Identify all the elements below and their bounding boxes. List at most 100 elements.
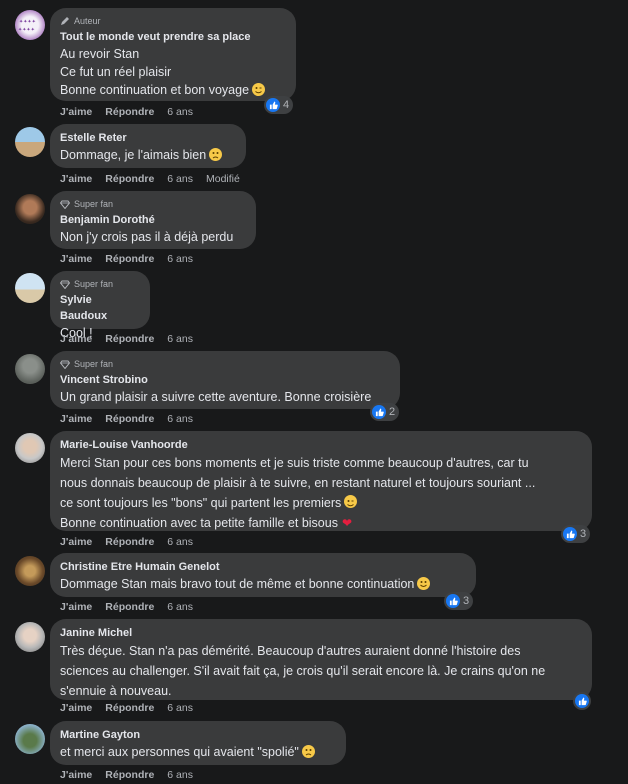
svg-text:✦✦✦✦: ✦✦✦✦ (19, 19, 36, 25)
sad-emoji-icon (209, 148, 223, 161)
timestamp[interactable]: 6 ans (167, 106, 193, 118)
comment-text: Ce fut un réel plaisir (60, 65, 172, 79)
reaction-counter[interactable] (573, 692, 591, 710)
comment-author[interactable]: Sylvie Baudoux (60, 292, 140, 324)
thumbs-up-icon (446, 594, 460, 608)
avatar[interactable] (15, 194, 45, 224)
timestamp[interactable]: 6 ans (167, 333, 193, 345)
timestamp[interactable]: 6 ans (167, 702, 193, 714)
avatar[interactable] (15, 433, 45, 463)
badge-label: Auteur (74, 16, 101, 26)
timestamp[interactable]: 6 ans (167, 253, 193, 265)
timestamp[interactable]: 6 ans (167, 769, 193, 781)
badge-label: Super fan (74, 199, 114, 209)
svg-text:✦✦✦✦: ✦✦✦✦ (18, 27, 35, 33)
thumbs-up-icon (266, 98, 280, 112)
comment-text: nous donnais beaucoup de plaisir à te su… (60, 476, 536, 490)
badge-label: Super fan (74, 279, 114, 289)
comment-text: Bonne continuation avec ta petite famill… (60, 516, 338, 530)
like-button[interactable]: J'aime (60, 702, 92, 714)
like-button[interactable]: J'aime (60, 106, 92, 118)
timestamp[interactable]: 6 ans (167, 536, 193, 548)
reply-button[interactable]: Répondre (105, 601, 154, 613)
superfan-badge: Super fan (60, 357, 390, 371)
comment-bubble: Super fan Sylvie Baudoux Cool ! (50, 271, 150, 340)
thumbs-up-icon (575, 694, 589, 708)
avatar[interactable] (15, 127, 45, 157)
diamond-icon (60, 280, 70, 289)
comment-text: ce sont toujours les "bons" qui partent … (60, 496, 342, 510)
comment-bubble: Super fan Vincent Strobino Un grand plai… (50, 351, 400, 409)
reaction-count: 3 (580, 528, 587, 540)
comment-bubble: Estelle Reter Dommage, je l'aimais bien (50, 124, 246, 168)
comment-author[interactable]: Christine Etre Humain Genelot (60, 559, 466, 575)
heart-icon: ❤ (341, 516, 353, 530)
comment-author[interactable]: Marie-Louise Vanhoorde (60, 437, 582, 453)
like-button[interactable]: J'aime (60, 769, 92, 781)
reply-button[interactable]: Répondre (105, 173, 154, 185)
like-button[interactable]: J'aime (60, 333, 92, 345)
wink-emoji-icon (344, 495, 358, 508)
reaction-counter[interactable]: 3 (561, 525, 591, 543)
comment-text: Au revoir Stan (60, 47, 140, 61)
comment-bubble: Marie-Louise Vanhoorde Merci Stan pour c… (50, 431, 592, 531)
comment-text: Très déçue. Stan n'a pas démérité. Beauc… (60, 644, 521, 658)
comment-author[interactable]: Benjamin Dorothé (60, 212, 246, 228)
comment-text: Un grand plaisir a suivre cette aventure… (60, 390, 372, 404)
like-button[interactable]: J'aime (60, 413, 92, 425)
reply-button[interactable]: Répondre (105, 536, 154, 548)
reaction-count: 4 (283, 99, 290, 111)
avatar[interactable] (15, 622, 45, 652)
avatar[interactable] (15, 273, 45, 303)
comment-author[interactable]: Tout le monde veut prendre sa place (60, 29, 286, 45)
edited-label[interactable]: Modifié (206, 173, 240, 185)
avatar[interactable] (15, 556, 45, 586)
comment-author[interactable]: Vincent Strobino (60, 372, 390, 388)
reaction-count: 2 (389, 406, 396, 418)
like-button[interactable]: J'aime (60, 173, 92, 185)
reply-button[interactable]: Répondre (105, 769, 154, 781)
comment-text: Merci Stan pour ces bons moments et je s… (60, 456, 529, 470)
comment-bubble: Auteur Tout le monde veut prendre sa pla… (50, 8, 296, 101)
reply-button[interactable]: Répondre (105, 106, 154, 118)
pencil-icon (61, 17, 69, 25)
comment-text: Dommage, je l'aimais bien (60, 148, 207, 162)
timestamp[interactable]: 6 ans (167, 173, 193, 185)
comment-text: sciences au challenger. S'il avait fait … (60, 664, 546, 678)
avatar[interactable]: ✦✦✦✦ ✦✦✦✦ (15, 10, 45, 40)
reply-button[interactable]: Répondre (105, 413, 154, 425)
comment-text: et merci aux personnes qui avaient "spol… (60, 745, 299, 759)
diamond-icon (60, 360, 70, 369)
avatar[interactable] (15, 354, 45, 384)
thumbs-up-icon (563, 527, 577, 541)
author-badge: Auteur (60, 14, 286, 28)
comment-bubble: Christine Etre Humain Genelot Dommage St… (50, 553, 476, 597)
comment-author[interactable]: Estelle Reter (60, 130, 236, 146)
reply-button[interactable]: Répondre (105, 702, 154, 714)
wink-emoji-icon (252, 83, 266, 96)
comment-bubble: Janine Michel Très déçue. Stan n'a pas d… (50, 619, 592, 700)
comment-text: s'ennuie à nouveau. (60, 684, 172, 698)
superfan-badge: Super fan (60, 277, 140, 291)
comment-text: Bonne continuation et bon voyage (60, 83, 250, 97)
reaction-counter[interactable]: 4 (264, 96, 294, 114)
reply-button[interactable]: Répondre (105, 333, 154, 345)
comment-bubble: Super fan Benjamin Dorothé Non j'y crois… (50, 191, 256, 249)
like-button[interactable]: J'aime (60, 536, 92, 548)
like-button[interactable]: J'aime (60, 253, 92, 265)
timestamp[interactable]: 6 ans (167, 413, 193, 425)
badge-label: Super fan (74, 359, 114, 369)
superfan-badge: Super fan (60, 197, 246, 211)
reaction-counter[interactable]: 3 (444, 592, 474, 610)
like-button[interactable]: J'aime (60, 601, 92, 613)
comment-text: Non j'y crois pas il à déjà perdu (60, 230, 234, 244)
comment-author[interactable]: Janine Michel (60, 625, 582, 641)
timestamp[interactable]: 6 ans (167, 601, 193, 613)
reply-button[interactable]: Répondre (105, 253, 154, 265)
avatar[interactable] (15, 724, 45, 754)
comment-text: Dommage Stan mais bravo tout de même et … (60, 577, 415, 591)
reaction-counter[interactable]: 2 (370, 403, 400, 421)
comment-author[interactable]: Martine Gayton (60, 727, 336, 743)
sad-emoji-icon (301, 745, 315, 758)
thumbs-up-icon (372, 405, 386, 419)
